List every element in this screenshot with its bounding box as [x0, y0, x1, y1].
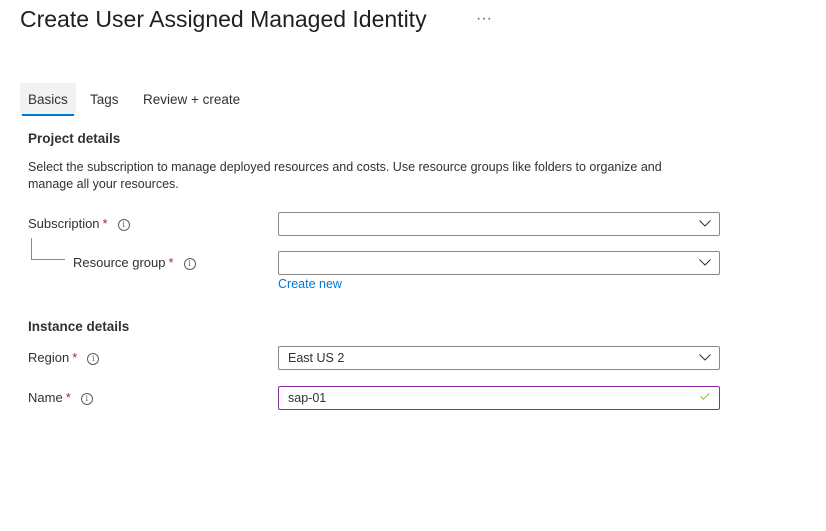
chevron-down-icon — [699, 354, 711, 361]
info-icon[interactable]: i — [183, 257, 196, 270]
project-details-heading: Project details — [28, 131, 121, 146]
region-label: Region * i — [28, 350, 100, 365]
project-description: Select the subscription to manage deploy… — [28, 160, 662, 191]
info-icon[interactable]: i — [80, 392, 93, 405]
required-mark: * — [102, 216, 108, 231]
tab-review-create[interactable]: Review + create — [135, 83, 248, 116]
checkmark-icon — [700, 393, 710, 400]
resource-group-label-text: Resource group — [73, 255, 166, 270]
subscription-label-text: Subscription — [28, 216, 100, 231]
info-icon[interactable]: i — [87, 352, 100, 365]
resource-group-label: Resource group * i — [73, 255, 196, 270]
subscription-label: Subscription * i — [28, 216, 130, 231]
chevron-down-icon — [699, 259, 711, 266]
name-input[interactable]: sap-01 — [278, 386, 720, 410]
tab-tags[interactable]: Tags — [82, 83, 127, 116]
info-icon[interactable]: i — [117, 218, 130, 231]
name-value: sap-01 — [288, 391, 327, 405]
region-value: East US 2 — [288, 351, 345, 365]
resource-group-dropdown[interactable] — [278, 251, 720, 275]
create-new-link[interactable]: Create new — [278, 277, 342, 291]
tree-connector — [31, 238, 65, 260]
more-options-button[interactable]: ··· — [476, 10, 492, 28]
required-mark: * — [72, 350, 78, 365]
page-title: Create User Assigned Managed Identity — [20, 6, 427, 32]
name-label-text: Name — [28, 390, 63, 405]
instance-details-heading: Instance details — [28, 319, 130, 334]
region-label-text: Region — [28, 350, 70, 365]
name-label: Name * i — [28, 390, 93, 405]
region-dropdown[interactable]: East US 2 — [278, 346, 720, 370]
required-mark: * — [65, 390, 71, 405]
required-mark: * — [168, 255, 174, 270]
tab-basics[interactable]: Basics — [20, 83, 76, 116]
subscription-dropdown[interactable] — [278, 212, 720, 236]
chevron-down-icon — [699, 220, 711, 227]
